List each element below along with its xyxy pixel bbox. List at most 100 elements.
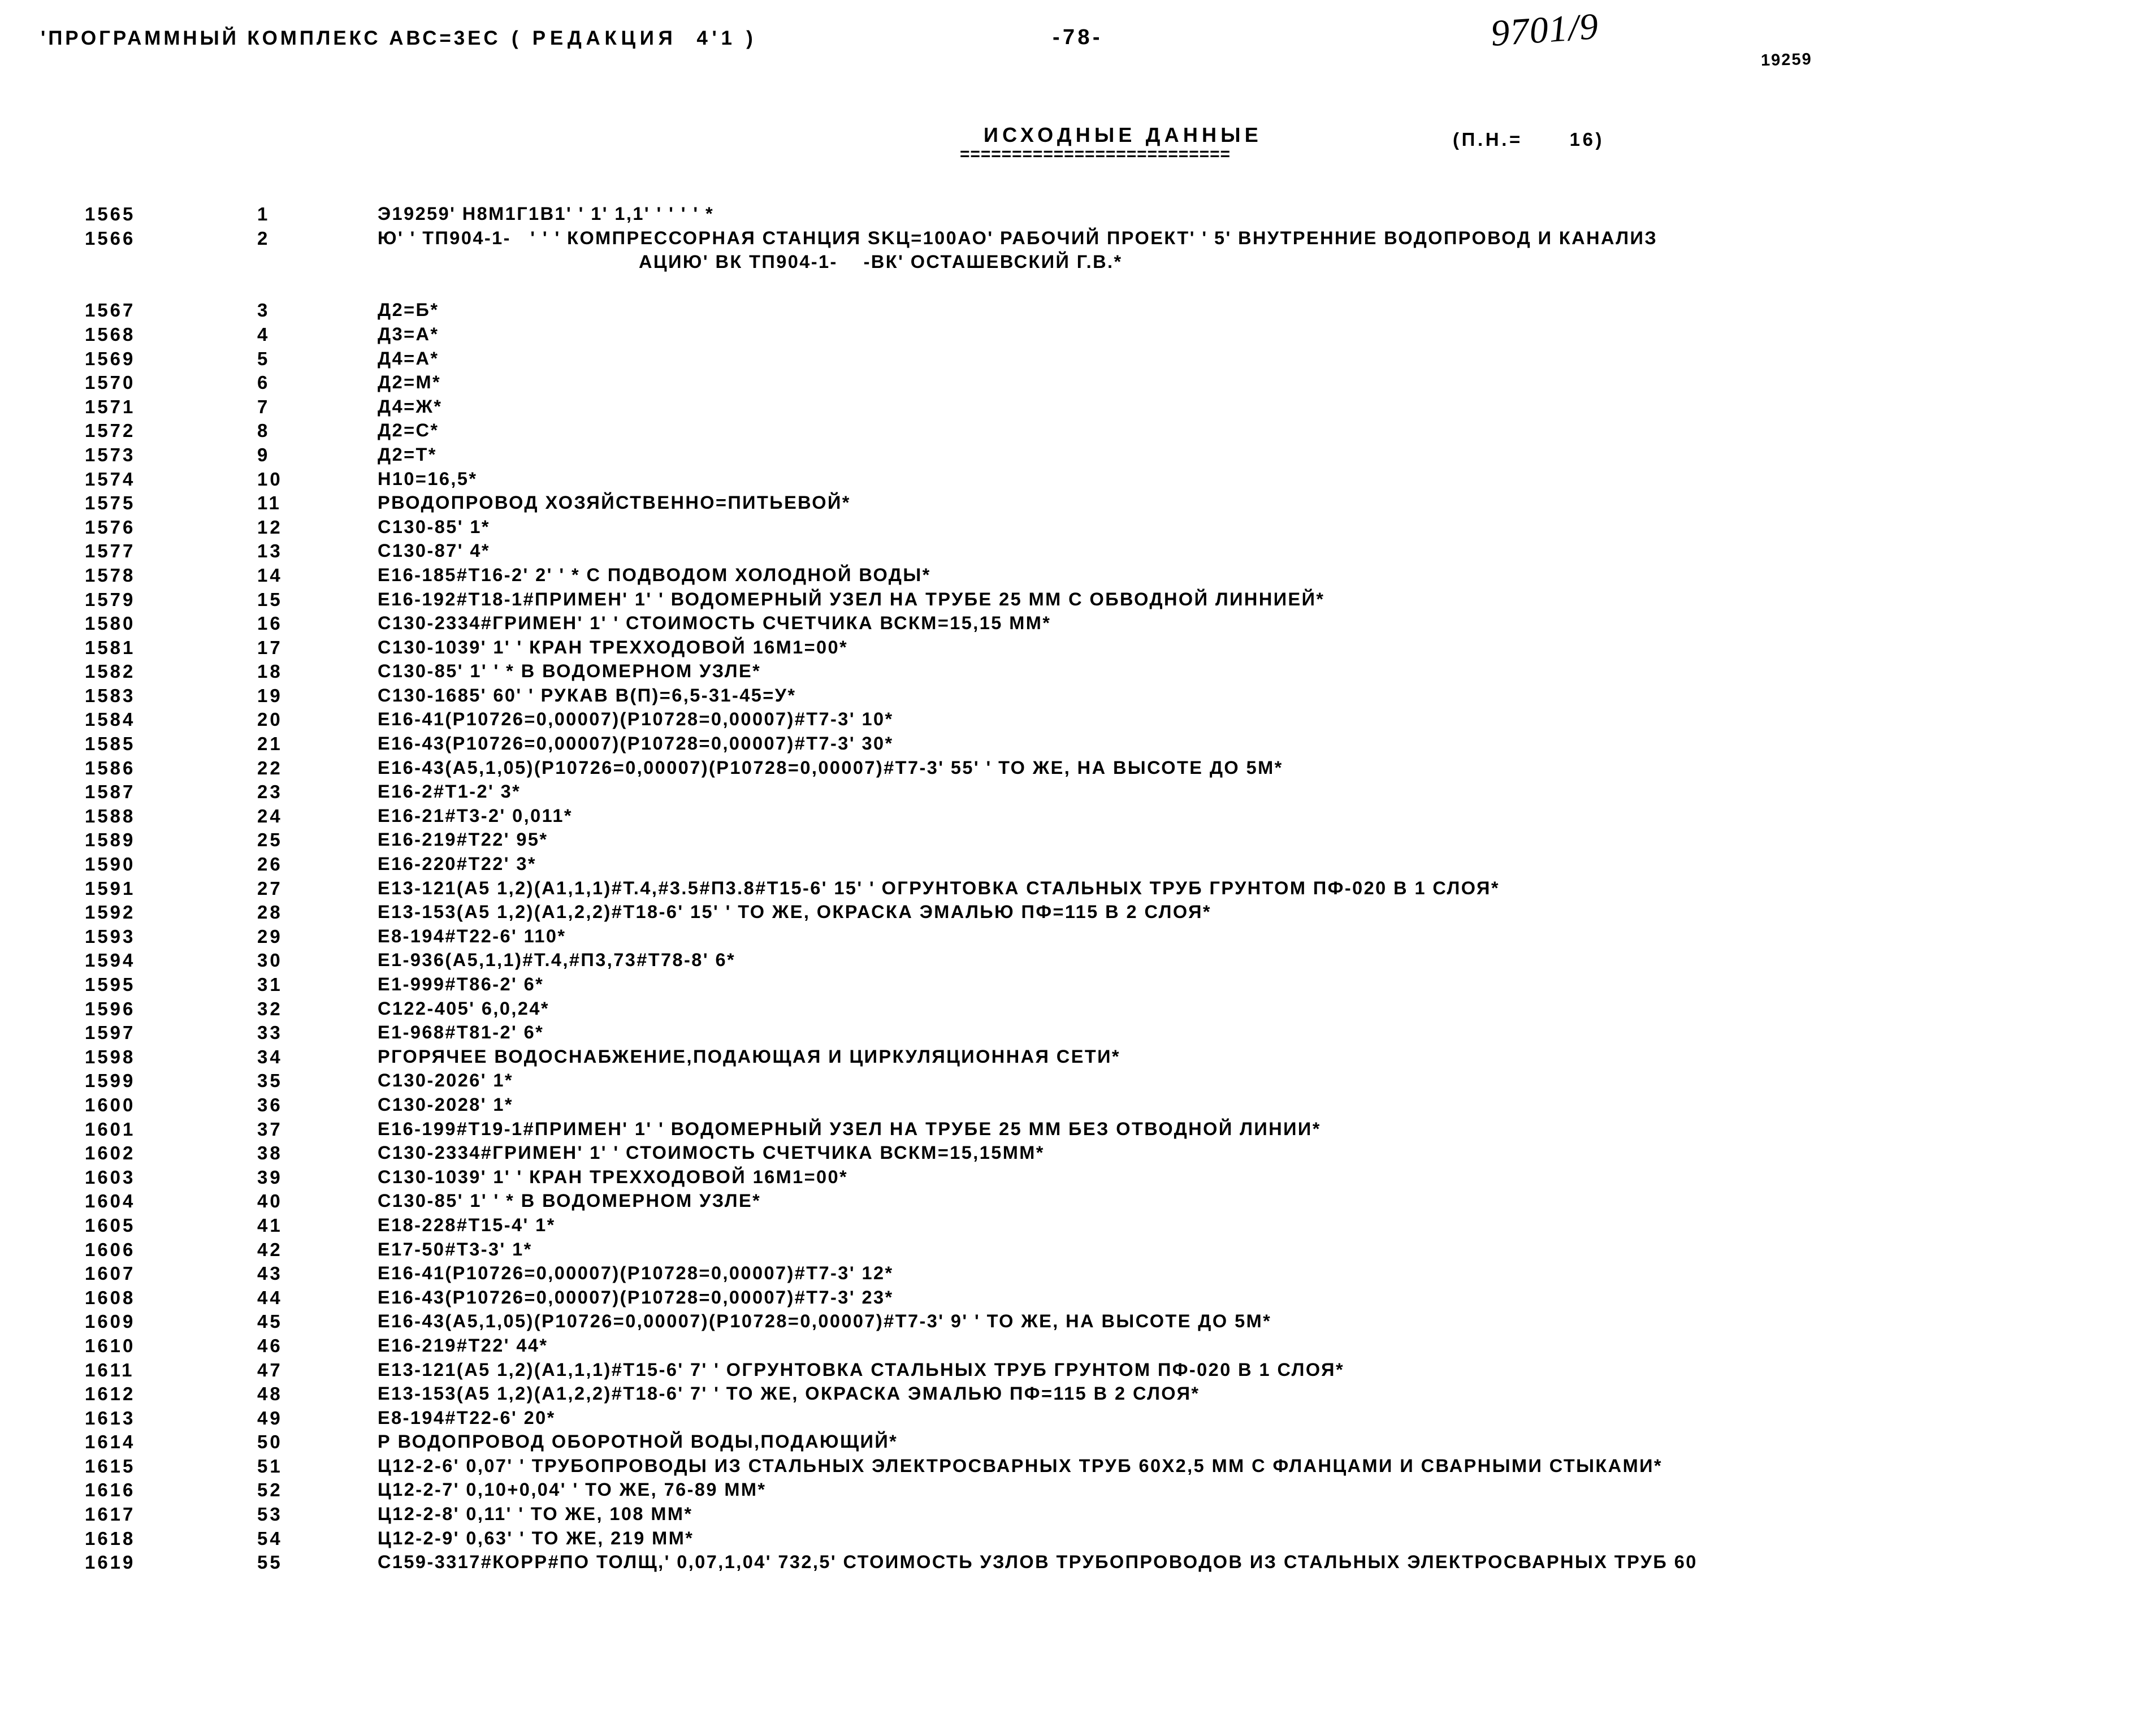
record-number: 1586 [85,757,136,778]
sequence-number: 45 [257,1311,283,1332]
listing-row: 1587 23 Е16-2#Т1-2' 3* [0,781,2143,806]
listing-text: Е16-220#Т22' 3* [378,854,536,875]
record-number: 1611 [85,1359,135,1380]
program-title: 'ПРОГРАММНЫЙ КОМПЛЕКС АВС=3ЕС [41,27,501,49]
listing-row: 1581 17 С130-1039' 1' ' КРАН ТРЕХХОДОВОЙ 1… [0,637,2143,661]
listing-text: С130-1685' 60' ' РУКАВ В(П)=6,5-31-45=У* [378,685,796,705]
section-heading-block: ИСХОДНЫЕ ДАННЫЕ ========================… [960,123,1262,164]
listing-text: Е13-153(А5 1,2)(А1,2,2)#Т18-6' 7' ' ТО Ж… [378,1383,1200,1404]
listing-row: 1609 45 Е16-43(А5,1,05)(Р10726=0,00007)(Р1… [0,1311,2143,1335]
listing-text: С130-2026' 1* [378,1070,513,1091]
sequence-number: 16 [257,613,283,634]
listing-row: 1588 24 Е16-21#Т3-2' 0,011* [0,806,2143,830]
record-number: 1618 [85,1527,136,1549]
listing-row: 1578 14 Е16-185#Т16-2' 2' ' * С ПОДВОДОМ Х… [0,565,2143,589]
listing-text: С130-85' 1' ' * В ВОДОМЕРНОМ УЗЛЕ* [378,1190,761,1211]
record-number: 1605 [85,1214,136,1236]
sequence-number: 6 [257,372,270,393]
record-number: 1571 [85,396,136,417]
sequence-number: 34 [257,1046,283,1067]
listing-text: Е16-219#Т22' 44* [378,1335,548,1356]
listing-text: Д2=Б* [378,300,439,321]
record-number: 1596 [85,998,136,1019]
listing-row: 1577 13 С130-87' 4* [0,540,2143,565]
listing-text: С159-3317#КОРР#ПО ТОЛЩ,' 0,07,1,04' 732,… [378,1552,1698,1573]
record-number: 1581 [85,637,136,658]
listing-text: С130-85' 1' ' * В ВОДОМЕРНОМ УЗЛЕ* [378,661,761,682]
listing-row: 1590 26 Е16-220#Т22' 3* [0,854,2143,878]
order-number-handwritten: 9701/9 [1489,5,1600,55]
listing-row: 1597 33 Е1-968#Т81-2' 6* [0,1022,2143,1046]
sequence-number: 4 [257,323,270,345]
listing-text: Д3=А* [378,323,439,344]
listing-text: С130-2334#ГРИМЕН' 1' ' СТОИМОСТЬ СЧЕТЧИК… [378,1142,1045,1163]
record-number: 1579 [85,588,136,610]
sequence-number: 14 [257,564,283,586]
listing-row: 1602 38 С130-2334#ГРИМЕН' 1' ' СТОИМОСТЬ С… [0,1142,2143,1167]
record-number: 1614 [85,1431,136,1453]
listing-row: 1601 37 Е16-199#Т19-1#ПРИМЕН' 1' ' ВОДОМЕР… [0,1119,2143,1143]
record-number: 1588 [85,805,136,826]
record-number: 1595 [85,974,136,995]
listing-row: 1616 52 Ц12-2-7' 0,10+0,04' ' ТО ЖЕ, 76-89… [0,1479,2143,1504]
listing-text: С130-1039' 1' ' КРАН ТРЕХХОДОВОЙ 16М1=00… [378,1166,848,1187]
sequence-number: 36 [257,1094,283,1115]
listing-row: 1610 46 Е16-219#Т22' 44* [0,1335,2143,1360]
listing-text: РГОРЯЧЕЕ ВОДОСНАБЖЕНИЕ,ПОДАЮЩАЯ И ЦИРКУЛ… [378,1046,1120,1067]
listing-row: 1614 50 Р ВОДОПРОВОД ОБОРОТНОЙ ВОДЫ,ПОДАЮЩ… [0,1431,2143,1456]
record-number: 1597 [85,1022,136,1044]
page-number: -78- [1053,25,1103,49]
record-number: 1574 [85,468,136,490]
listing-row: 1604 40 С130-85' 1' ' * В ВОДОМЕРНОМ УЗЛЕ* [0,1190,2143,1215]
listing-text: Е16-43(Р10726=0,00007)(Р10728=0,00007)#Т… [378,1287,894,1308]
sequence-number: 22 [257,757,283,778]
revision-label: ( РЕДАКЦИЯ 4'1 ) [512,27,757,49]
sequence-number: 18 [257,661,283,682]
sequence-number: 55 [257,1552,283,1573]
record-number: 1608 [85,1287,136,1308]
sequence-number: 3 [257,300,270,321]
record-number: 1610 [85,1335,136,1356]
record-number: 1594 [85,950,136,971]
sequence-number: 35 [257,1070,283,1092]
record-number: 1565 [85,204,136,224]
sequence-number: 44 [257,1287,283,1308]
record-number: 1587 [85,781,136,803]
record-number: 1606 [85,1239,136,1260]
sequence-number: 23 [257,781,283,803]
section-title: ИСХОДНЫЕ ДАННЫЕ [984,123,1262,146]
sequence-number: 48 [257,1383,283,1405]
listing-text: Ц12-2-8' 0,11' ' ТО ЖЕ, 108 ММ* [378,1504,693,1525]
object-stamp-number: 19259 [1760,50,1813,70]
listing-text: Е13-121(А5 1,2)(А1,1,1)#Т.4,#3.5#П3.8#Т1… [378,877,1500,898]
listing-row: 1584 20 Е16-41(Р10726=0,00007)(Р10728=0,00… [0,709,2143,733]
record-number: 1616 [85,1479,136,1501]
record-number: 1609 [85,1311,136,1332]
page-note: (П.Н.= 16) [1453,129,1605,150]
listing-row: 1600 36 С130-2028' 1* [0,1094,2143,1119]
listing-row: 1576 12 С130-85' 1* [0,517,2143,541]
listing-row: 1605 41 Е18-228#Т15-4' 1* [0,1215,2143,1239]
listing-text: Д2=М* [378,372,441,393]
listing-text: Д4=А* [378,348,439,369]
listing-row: 1617 53 Ц12-2-8' 0,11' ' ТО ЖЕ, 108 ММ* [0,1504,2143,1528]
sequence-number: 47 [257,1359,283,1380]
record-number: 1600 [85,1094,136,1115]
listing-row: 1603 39 С130-1039' 1' ' КРАН ТРЕХХОДОВОЙ 1… [0,1167,2143,1191]
listing-row: 1593 29 Е8-194#Т22-6' 110* [0,926,2143,950]
section-underline-rule: ========================== [960,145,1231,163]
record-number: 1582 [85,661,136,682]
sequence-number: 10 [257,468,283,490]
listing-row: 1594 30 Е1-936(А5,1,1)#Т.4,#П3,73#Т78-8' 6… [0,950,2143,974]
listing-text: Ц12-2-7' 0,10+0,04' ' ТО ЖЕ, 76-89 ММ* [378,1479,767,1500]
record-number: 1570 [85,372,136,393]
record-number: 1566 [85,227,136,249]
listing-row: 1574 10 Н10=16,5* [0,469,2143,493]
sequence-number: 43 [257,1263,283,1284]
record-number: 1573 [85,444,136,465]
page-header: 'ПРОГРАММНЫЙ КОМПЛЕКС АВС=3ЕС ( РЕДАКЦИЯ… [0,0,2143,107]
sequence-number: 12 [257,516,283,538]
sequence-number: 39 [257,1166,283,1188]
sequence-number: 51 [257,1455,283,1477]
listing-text: С130-87' 4* [378,540,490,561]
